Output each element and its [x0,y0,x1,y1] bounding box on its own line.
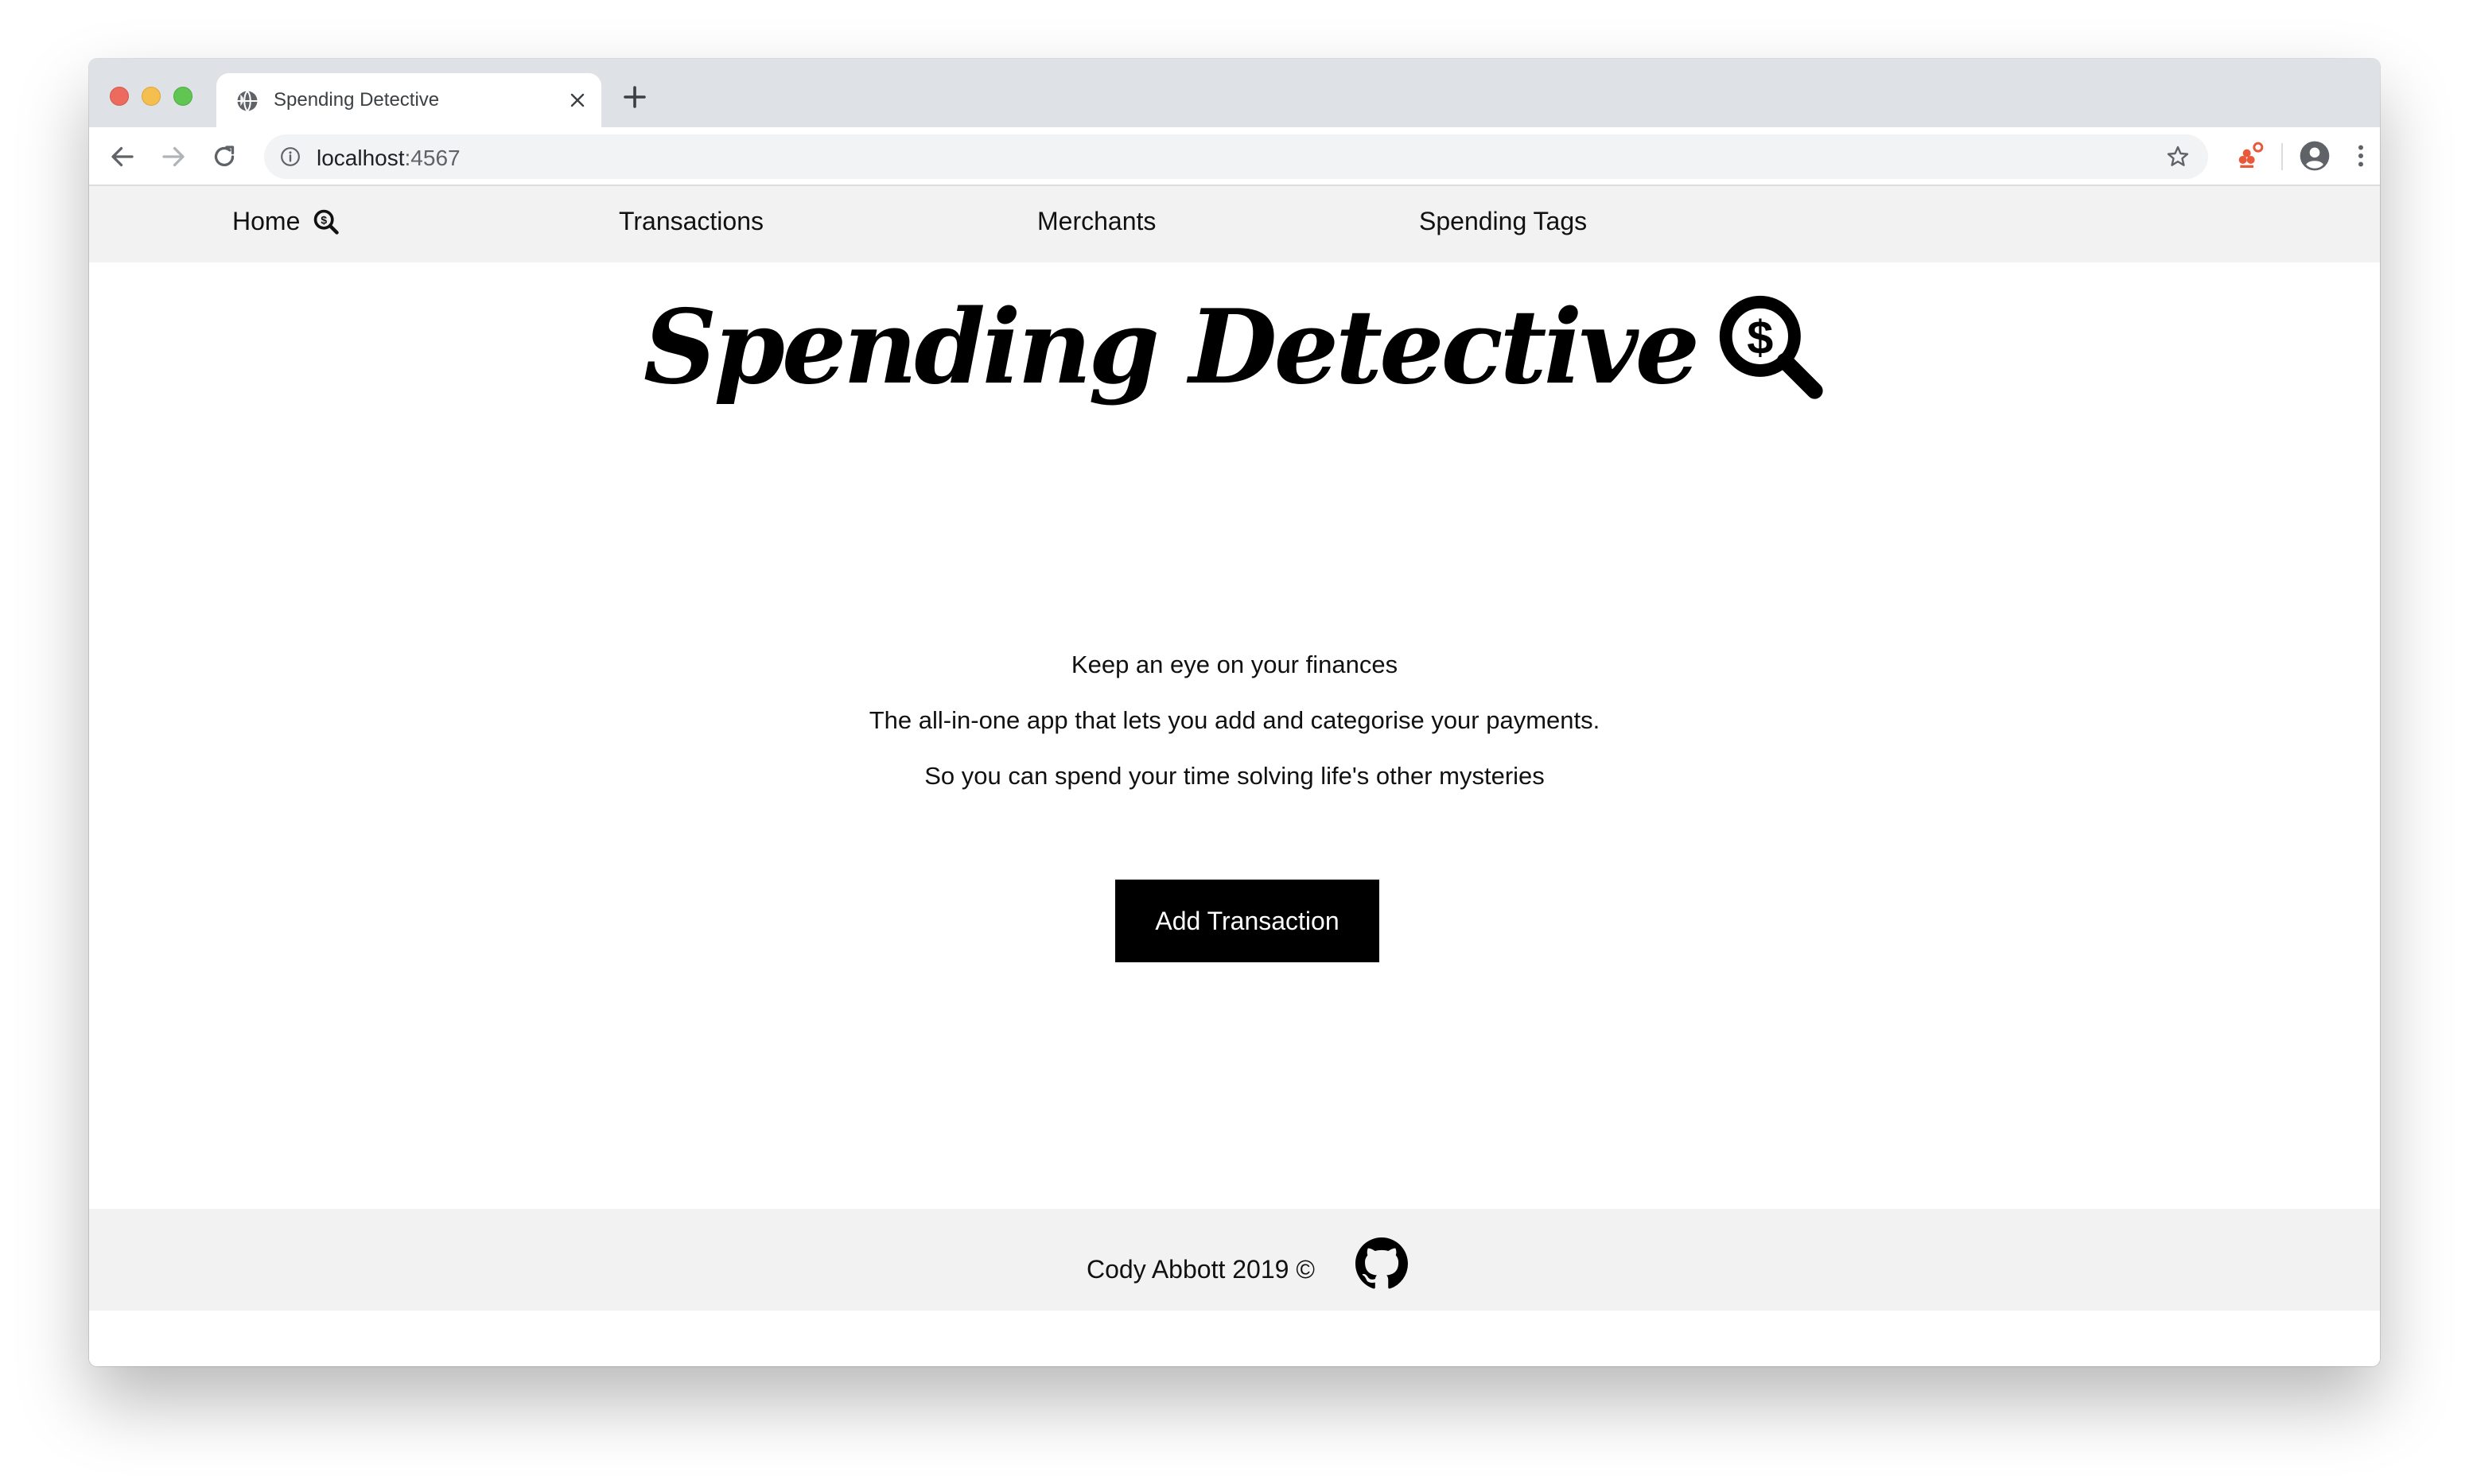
reload-icon[interactable] [210,142,239,171]
add-transaction-button[interactable]: Add Transaction [1115,880,1379,962]
maximize-window-button[interactable] [173,87,192,106]
github-icon[interactable] [1355,1237,1408,1290]
close-window-button[interactable] [110,87,129,106]
tagline-line: So you can spend your time solving life'… [924,762,1545,790]
address-bar[interactable]: localhost:4567 [264,134,2208,179]
nav-home-label: Home [232,207,301,235]
nav-spending-tags-link[interactable]: Spending Tags [1419,207,1587,236]
magnifier-dollar-icon: $ [314,209,340,235]
browser-toolbar: localhost:4567 [89,127,2380,186]
minimize-window-button[interactable] [142,87,161,106]
site-navbar: Home $ Transactions Merchants Spending T… [89,186,2380,262]
new-tab-icon[interactable] [620,83,649,111]
info-icon[interactable] [280,146,301,167]
url-text: localhost:4567 [317,146,461,171]
tagline-line: Keep an eye on your finances [1071,651,1398,678]
page-content: Home $ Transactions Merchants Spending T… [89,186,2380,1366]
nav-home-link[interactable]: Home $ [232,207,340,236]
tagline-line: The all-in-one app that lets you add and… [869,706,1600,734]
url-port: :4567 [404,146,461,170]
forward-arrow-icon[interactable] [159,142,188,171]
toolbar-divider [2281,143,2283,170]
magnifier-dollar-icon: $ [1719,295,1823,399]
url-host: localhost [317,146,405,170]
footer-copyright: Cody Abbott 2019 © [1087,1255,1315,1284]
svg-text:$: $ [1747,310,1773,363]
kebab-menu-icon[interactable] [2347,142,2375,170]
globe-icon [237,90,258,112]
nav-transactions-link[interactable]: Transactions [619,207,764,236]
hero-title-text: Spending Detective [643,288,1700,407]
close-tab-icon[interactable] [568,91,587,110]
extension-icon[interactable] [2234,140,2265,172]
bookmark-star-icon[interactable] [2165,144,2191,169]
browser-tab[interactable]: Spending Detective [216,73,601,127]
svg-text:$: $ [321,214,328,227]
nav-merchants-link[interactable]: Merchants [1037,207,1156,236]
browser-titlebar: Spending Detective [89,59,2380,127]
back-arrow-icon[interactable] [108,142,137,171]
hero-title: Spending Detective $ [89,280,2380,415]
browser-window: Spending Detective localhost:4567 Home $… [89,59,2380,1366]
tab-title: Spending Detective [274,89,440,111]
profile-icon[interactable] [2299,140,2331,172]
